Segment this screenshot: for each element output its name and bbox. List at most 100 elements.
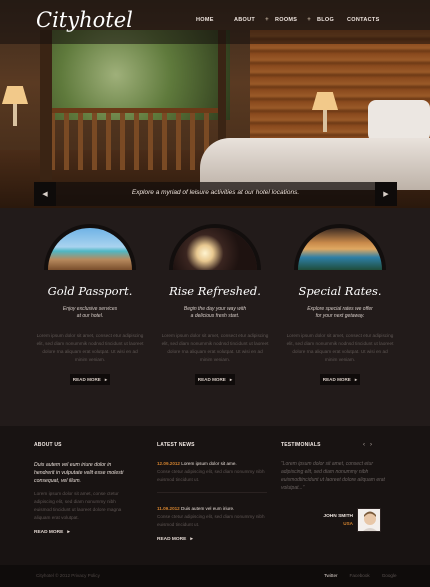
author-location: USA (343, 521, 353, 526)
footer: Cityhotel © 2012 Privacy Policy Twitter … (0, 565, 430, 587)
person-avatar-icon (358, 509, 380, 531)
nav-home-label[interactable]: HOME (196, 17, 214, 23)
read-more-label: READ MORE (72, 377, 101, 382)
social-link-google[interactable]: Google (382, 573, 397, 578)
author-name: JOHN SMITH (323, 514, 353, 519)
news-body: Conse ctetur adipiscing elit, sed diam n… (157, 469, 265, 482)
feature-special-rates: Special Rates. Explore special rates we … (280, 224, 400, 385)
feature-subtitle-line: Enjoy exclusive services (62, 306, 118, 312)
slider-prev-button[interactable]: ◀ (34, 182, 56, 206)
feature-subtitle: Begin the day your way with a delicious f… (155, 306, 275, 320)
news-item[interactable]: 12.09.2012 Lorem ipsum dolor sit ame. Co… (157, 460, 267, 484)
news-headline[interactable]: Lorem ipsum dolor sit ame. (181, 461, 236, 466)
feature-rise-refreshed: Rise Refreshed. Begin the day your way w… (155, 224, 275, 385)
chevron-right-icon[interactable]: › (370, 442, 372, 448)
read-more-label[interactable]: READ MORE (34, 530, 63, 535)
lamp-left-icon (2, 86, 28, 104)
news-body: Conse ctetur adipiscing elit, sed diam n… (157, 514, 265, 527)
nav-contacts[interactable]: CONTACTS (347, 16, 387, 24)
news-heading: LATEST NEWS (157, 442, 195, 448)
nav-about[interactable]: ABOUT + (234, 16, 275, 24)
arrow-right-icon: ▸ (67, 530, 70, 535)
feature-thumbnail[interactable] (169, 224, 261, 270)
about-read-more-link[interactable]: READ MORE ▸ (34, 530, 130, 535)
door-frame-left (40, 30, 52, 180)
nav-contacts-label[interactable]: CONTACTS (347, 17, 380, 23)
read-more-button[interactable]: READ MORE ▸ (195, 374, 235, 385)
resort-night-image (298, 228, 382, 270)
news-read-more-link[interactable]: READ MORE ▸ (157, 537, 267, 542)
feature-title: Rise Refreshed. (169, 284, 261, 298)
divider (157, 492, 267, 493)
spa-candles-image (173, 228, 257, 270)
news-date: 11.09.2012 (157, 506, 180, 511)
feature-thumbnail[interactable] (44, 224, 136, 270)
feature-subtitle-line: Begin the day your way with (183, 306, 247, 312)
chevron-left-icon: ◀ (42, 191, 48, 198)
read-more-button[interactable]: READ MORE ▸ (320, 374, 360, 385)
lamp-left-base (13, 104, 17, 126)
testimonial-quote: “Lorem ipsum dolor sit amet, consect etu… (281, 461, 385, 491)
slider-caption-bar: Explore a myriad of leisure activities a… (34, 182, 397, 206)
nav-rooms[interactable]: ROOMS + (275, 16, 317, 24)
nav-about-label[interactable]: ABOUT (234, 17, 255, 23)
about-lead: Duis autem vel eum iriure dolor in hendr… (34, 462, 124, 484)
feature-body: Lorem ipsum dolor sit amet, consect etur… (161, 333, 269, 362)
feature-subtitle: Explore special rates we offer for your n… (280, 306, 400, 320)
main-nav: HOME ABOUT + ROOMS + BLOG CONTACTS (196, 16, 387, 24)
nav-home[interactable]: HOME (196, 16, 234, 24)
news-column: LATEST NEWS 12.09.2012 Lorem ipsum dolor… (157, 442, 267, 542)
feature-body: Lorem ipsum dolor sit amet, consect etur… (286, 333, 394, 362)
news-headline[interactable]: Duis autem vel eum iriure. (181, 506, 234, 511)
arrow-right-icon: ▸ (104, 376, 108, 382)
chevron-left-icon[interactable]: ‹ (363, 442, 365, 448)
feature-subtitle-line: a delicious fresh start. (190, 313, 240, 319)
about-body: Lorem ipsum dolor sit amet, conse ctetur… (34, 491, 122, 520)
bottom-section: ABOUT US Duis autem vel eum iriure dolor… (0, 426, 430, 565)
testimonials-heading: TESTIMONIALS (281, 442, 321, 448)
social-links: Twitter Facebook Google (324, 573, 397, 578)
feature-subtitle: Enjoy exclusive services at our hotel. (30, 306, 150, 320)
chevron-right-icon: ▶ (383, 191, 389, 198)
nav-blog[interactable]: BLOG (317, 16, 347, 24)
nav-blog-label[interactable]: BLOG (317, 17, 334, 23)
feature-subtitle-line: Explore special rates we offer (307, 306, 373, 312)
balcony-railing (50, 108, 220, 170)
testimonial-author: JOHN SMITH USA (321, 514, 353, 526)
feature-body: Lorem ipsum dolor sit amet, consect etur… (36, 333, 144, 362)
news-date: 12.09.2012 (157, 461, 180, 466)
read-more-label: READ MORE (322, 377, 351, 382)
submenu-plus-icon: + (307, 17, 312, 23)
submenu-plus-icon: + (265, 17, 269, 23)
bed-pillow (368, 100, 430, 142)
lamp-right-base (323, 110, 327, 132)
read-more-label[interactable]: READ MORE (157, 537, 186, 542)
features-section: Gold Passport. Enjoy exclusive services a… (0, 208, 430, 426)
testimonials-column: TESTIMONIALS ‹ › “Lorem ipsum dolor sit … (281, 442, 391, 552)
nav-rooms-label[interactable]: ROOMS (275, 17, 297, 23)
feature-subtitle-line: for your next getaway. (315, 313, 365, 319)
slider-caption: Explore a myriad of leisure activities a… (131, 189, 300, 196)
social-link-facebook[interactable]: Facebook (350, 573, 370, 578)
read-more-label: READ MORE (197, 377, 226, 382)
arrow-right-icon: ▸ (354, 376, 358, 382)
feature-title: Special Rates. (298, 284, 382, 298)
arrow-right-icon: ▸ (190, 537, 193, 542)
avatar (357, 508, 381, 532)
top-navigation-bar: Cityhotel HOME ABOUT + ROOMS + BLOG CONTAC… (0, 0, 430, 44)
feature-gold-passport: Gold Passport. Enjoy exclusive services a… (30, 224, 150, 385)
about-heading: ABOUT US (34, 442, 62, 448)
arrow-right-icon: ▸ (229, 376, 233, 382)
copyright: Cityhotel © 2012 Privacy Policy (36, 573, 100, 578)
slider-next-button[interactable]: ▶ (375, 182, 397, 206)
news-item[interactable]: 11.09.2012 Duis autem vel eum iriure. Co… (157, 505, 267, 529)
beach-pool-image (48, 228, 132, 270)
feature-title: Gold Passport. (47, 284, 133, 298)
feature-subtitle-line: at our hotel. (76, 313, 104, 319)
about-column: ABOUT US Duis autem vel eum iriure dolor… (34, 442, 130, 535)
read-more-button[interactable]: READ MORE ▸ (70, 374, 110, 385)
testimonial-nav: ‹ › (363, 442, 372, 448)
feature-thumbnail[interactable] (294, 224, 386, 270)
site-logo[interactable]: Cityhotel (36, 8, 133, 32)
social-link-twitter[interactable]: Twitter (324, 573, 338, 578)
